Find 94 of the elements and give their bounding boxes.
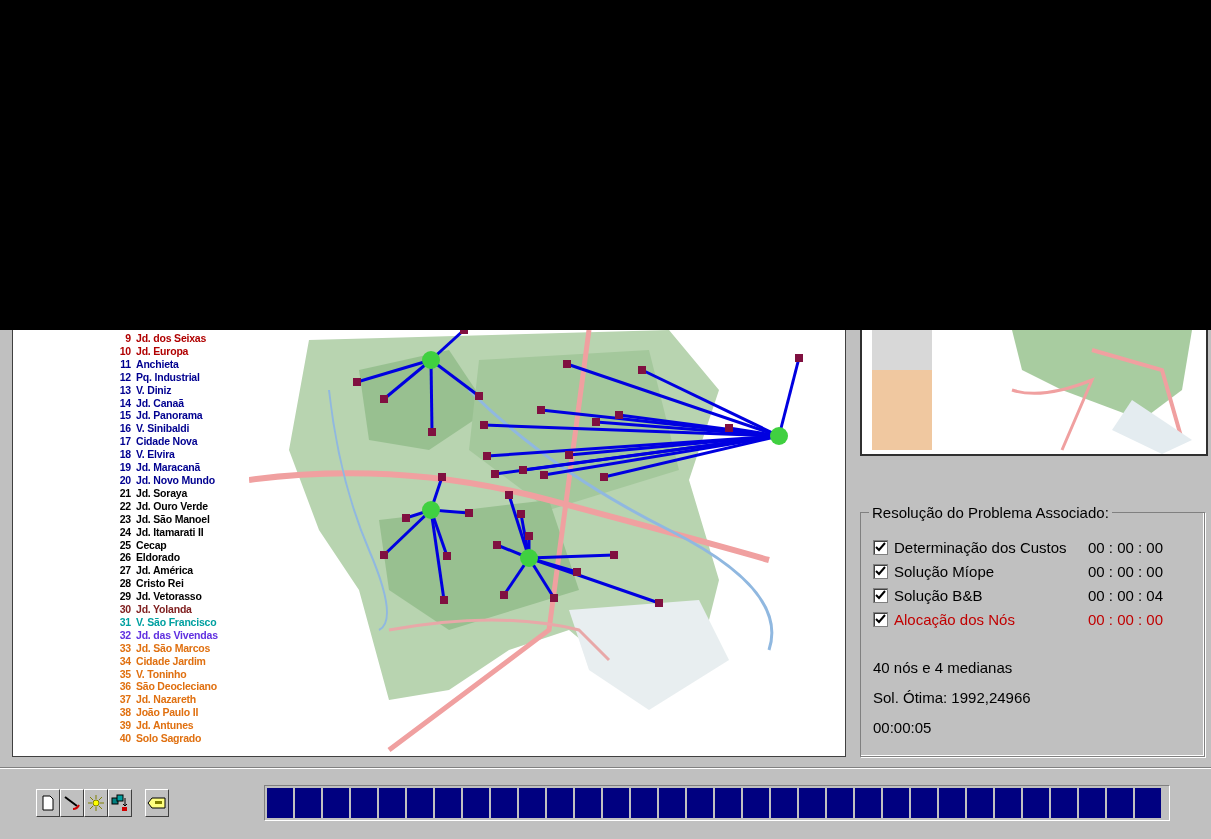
legend-label: Jd. Maracanã — [136, 461, 201, 474]
legend-label: Jd. Canaã — [136, 396, 184, 410]
legend-number: 24 — [118, 525, 131, 539]
legend-number: 32 — [118, 628, 131, 642]
legend-number: 26 — [118, 551, 131, 565]
legend-label: V. Diniz — [136, 383, 172, 397]
step-time: 00 : 00 : 00 — [1088, 562, 1164, 580]
toolbar-button[interactable] — [36, 789, 60, 817]
step-label: Determinação dos Custos — [894, 538, 1068, 556]
legend-label: Anchieta — [136, 357, 179, 371]
shapes-icon — [111, 794, 129, 812]
legend-label: Jd. Itamarati II — [136, 525, 204, 539]
legend-number: 18 — [118, 448, 131, 462]
check-icon — [875, 590, 886, 600]
sun-icon — [87, 794, 105, 812]
legend-label: João Paulo II — [136, 706, 199, 720]
legend-label: V. Elvira — [136, 448, 175, 462]
legend-label: Jd. Panorama — [136, 409, 203, 423]
legend-label: Jd. Yolanda — [136, 603, 192, 616]
legend-number: 20 — [118, 473, 131, 487]
toolbar-button[interactable] — [84, 789, 108, 817]
pen-icon — [63, 794, 81, 812]
legend-number: 37 — [118, 693, 131, 707]
legend-number: 14 — [118, 396, 131, 410]
check-icon — [875, 542, 886, 552]
toolbar-button[interactable] — [60, 789, 84, 817]
legend-number: 28 — [118, 577, 131, 591]
legend-number: 39 — [118, 719, 131, 733]
step-label: Alocação dos Nós — [894, 610, 1016, 628]
legend-label: Jd. das Vivendas — [136, 628, 218, 642]
legend-number: 15 — [118, 409, 131, 423]
summary-text: 00:00:05 — [873, 718, 933, 738]
legend-number: 38 — [118, 706, 131, 720]
legend-label: Jd. América — [136, 564, 193, 578]
legend-number: 35 — [118, 667, 131, 681]
legend-label: Jd. Nazareth — [136, 693, 197, 707]
step-label: Solução Míope — [894, 562, 996, 580]
legend-label: Jd. dos Seixas — [136, 332, 207, 345]
legend-number: 36 — [118, 680, 131, 694]
legend-label: V. São Francisco — [136, 615, 217, 629]
step-label: Solução B&B — [894, 586, 984, 604]
legend-label: Cidade Nova — [136, 435, 198, 449]
check-icon — [875, 566, 886, 576]
legend-label: Solo Sagrado — [136, 732, 202, 745]
group-title: Resolução do Problema Associado: — [869, 504, 1112, 521]
legend-label: Jd. Europa — [136, 344, 189, 358]
check-icon — [875, 614, 886, 624]
legend-label: Pq. Industrial — [136, 370, 200, 384]
checkbox[interactable] — [873, 587, 888, 603]
legend-number: 13 — [118, 383, 131, 397]
legend-label: São Deocleciano — [136, 680, 218, 694]
legend-number: 31 — [118, 615, 131, 629]
step-time: 00 : 00 : 04 — [1088, 586, 1164, 604]
legend-number: 21 — [118, 486, 131, 500]
legend-number: 29 — [118, 590, 131, 604]
legend-label: Jd. Vetorasso — [136, 590, 202, 604]
legend-number: 19 — [118, 461, 131, 474]
legend-number: 27 — [118, 564, 131, 578]
checkbox[interactable] — [873, 563, 888, 579]
legend-label: Cecap — [136, 538, 167, 552]
legend-label: Cristo Rei — [136, 577, 184, 591]
legend-label: Jd. Novo Mundo — [136, 473, 215, 487]
checkbox[interactable] — [873, 611, 888, 627]
summary-text: 40 nós e 4 medianas — [873, 658, 1014, 678]
legend-number: 12 — [118, 370, 131, 384]
toolbar-button[interactable] — [145, 789, 169, 817]
legend-number: 16 — [118, 422, 131, 436]
legend-number: 10 — [118, 344, 131, 358]
legend-label: V. Sinibaldi — [136, 422, 190, 436]
document-icon — [41, 795, 55, 811]
legend-number: 9 — [124, 332, 131, 345]
legend-number: 23 — [118, 512, 131, 526]
legend-label: V. Toninho — [136, 667, 187, 681]
tag-icon — [147, 796, 167, 810]
summary-text: Sol. Ótima: 1992,24966 — [873, 688, 1032, 708]
legend-label: Jd. Soraya — [136, 486, 188, 500]
legend-number: 25 — [118, 538, 131, 552]
legend-label: Eldorado — [136, 551, 180, 565]
legend-label: Cidade Jardim — [136, 654, 206, 668]
legend-number: 33 — [118, 641, 131, 655]
legend-number: 34 — [118, 654, 131, 668]
step-time: 00 : 00 : 00 — [1088, 538, 1164, 556]
legend-label: Jd. Ouro Verde — [136, 499, 208, 513]
legend-number: 22 — [118, 499, 131, 513]
legend-number: 30 — [118, 603, 131, 616]
legend-label: Jd. São Marcos — [136, 641, 211, 655]
legend-number: 40 — [118, 732, 131, 745]
legend-label: Jd. Antunes — [136, 719, 194, 733]
legend-label: Jd. São Manoel — [136, 512, 210, 526]
legend-number: 17 — [118, 435, 131, 449]
toolbar-button[interactable] — [108, 789, 132, 817]
checkbox[interactable] — [873, 539, 888, 555]
step-time: 00 : 00 : 00 — [1088, 610, 1164, 628]
legend-number: 11 — [119, 357, 131, 371]
